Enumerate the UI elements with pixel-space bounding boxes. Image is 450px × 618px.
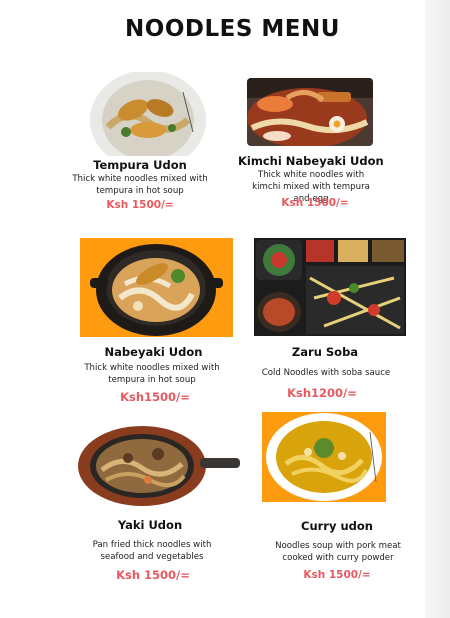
item-price: Ksh 1500/= [116,568,190,582]
page-edge-shadow [425,0,450,618]
kimchi-nabeyaki-photo [247,78,373,146]
item-price: Ksh 1500/= [106,199,174,211]
item-name: Kimchi Nabeyaki Udon [238,154,384,168]
item-description: Pan fried thick noodles with seafood and… [92,540,212,562]
zaru-soba-photo [254,238,406,336]
item-name: Tempura Udon [93,158,187,172]
item-price: Ksh1200/= [287,386,357,400]
item-name: Yaki Udon [117,518,183,532]
nabeyaki-udon-photo [80,238,233,337]
item-price: Ksh1500/= [120,390,190,404]
item-description: Thick white noodles mixed with tempura i… [84,363,220,385]
item-name: Zaru Soba [291,345,359,359]
item-price: Ksh 1500/= [303,569,371,581]
item-name: Nabeyaki Udon [104,345,203,359]
item-name: Curry udon [301,519,373,533]
curry-udon-photo [262,412,386,502]
item-description: Noodles soup with pork meat cooked with … [275,541,401,563]
item-description: Cold Noodles with soba sauce [261,368,391,378]
page-title: NOODLES MENU [125,16,340,42]
yaki-udon-photo [78,424,242,506]
item-price: Ksh 1500/= [281,197,349,209]
item-description: Thick white noodles mixed with tempura i… [72,174,208,196]
tempura-udon-photo [88,72,208,156]
